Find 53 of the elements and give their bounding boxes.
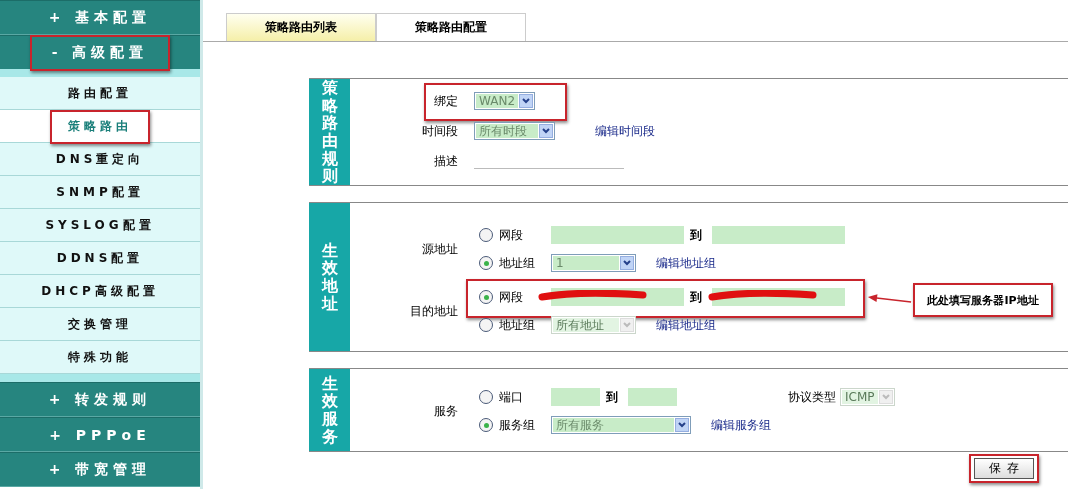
input-field[interactable] xyxy=(712,226,845,244)
sidebar-group-header[interactable]: + PPPoE xyxy=(0,417,200,452)
input-field[interactable] xyxy=(628,388,677,406)
field-label: 时间段 xyxy=(421,122,459,140)
sidebar-item[interactable]: 策略路由 xyxy=(0,110,200,143)
sidebar-item[interactable]: 交换管理 xyxy=(0,308,200,341)
sidebar-item[interactable]: DHCP高级配置 xyxy=(0,275,200,308)
radio-button[interactable] xyxy=(479,256,493,270)
option-label: 端口 xyxy=(499,388,524,406)
chevron-down-icon xyxy=(881,394,890,400)
section-header: 策略路由规则 xyxy=(309,79,350,185)
chevron-down-icon xyxy=(623,260,631,266)
tab[interactable]: 策略路由列表 xyxy=(226,13,376,41)
radio-button[interactable] xyxy=(479,390,493,404)
sidebar-item[interactable]: SYSLOG配置 xyxy=(0,209,200,242)
chevron-down-icon xyxy=(678,422,686,428)
range-separator: 到 xyxy=(690,288,702,306)
sidebar-item[interactable]: DDNS配置 xyxy=(0,242,200,275)
input-field[interactable] xyxy=(551,226,684,244)
chevron-down-icon xyxy=(623,322,631,328)
field-label: 源地址 xyxy=(421,240,459,258)
callout-note: 此处填写服务器IP地址 xyxy=(913,283,1053,317)
sidebar-group-header[interactable]: + 转发规则 xyxy=(0,382,200,417)
radio-button[interactable] xyxy=(479,228,493,242)
option-label: 网段 xyxy=(499,226,524,244)
sidebar-item[interactable]: DNS重定向 xyxy=(0,143,200,176)
chevron-down-icon xyxy=(522,98,531,104)
input-field[interactable] xyxy=(551,388,600,406)
chevron-down-icon xyxy=(542,128,550,134)
field-label: 描述 xyxy=(433,152,459,170)
sidebar-item[interactable]: SNMP配置 xyxy=(0,176,200,209)
edit-link[interactable]: 编辑时间段 xyxy=(595,122,655,140)
field-label: 协议类型 xyxy=(788,388,836,406)
edit-link[interactable]: 编辑地址组 xyxy=(656,254,716,272)
option-label: 地址组 xyxy=(499,254,536,272)
sidebar-group-header[interactable]: + 带宽管理 xyxy=(0,452,200,487)
radio-button[interactable] xyxy=(479,290,493,304)
range-separator: 到 xyxy=(606,388,618,406)
field-label: 目的地址 xyxy=(409,302,459,320)
section-header: 生效地址 xyxy=(309,203,350,351)
section-header: 生效服务 xyxy=(309,369,350,451)
edit-link[interactable]: 编辑服务组 xyxy=(711,416,771,434)
option-label: 网段 xyxy=(499,288,524,306)
option-label: 地址组 xyxy=(499,316,536,334)
range-separator: 到 xyxy=(690,226,702,244)
radio-button[interactable] xyxy=(479,418,493,432)
sidebar-group-header[interactable]: + 基本配置 xyxy=(0,0,200,35)
tab[interactable]: 策略路由配置 xyxy=(376,13,526,41)
option-label: 服务组 xyxy=(499,416,536,434)
sidebar-item[interactable]: 特殊功能 xyxy=(0,341,200,374)
field-label: 绑定 xyxy=(433,92,459,110)
sidebar-group-header[interactable]: - 高级配置 xyxy=(0,35,200,70)
field-label: 服务 xyxy=(433,402,459,420)
